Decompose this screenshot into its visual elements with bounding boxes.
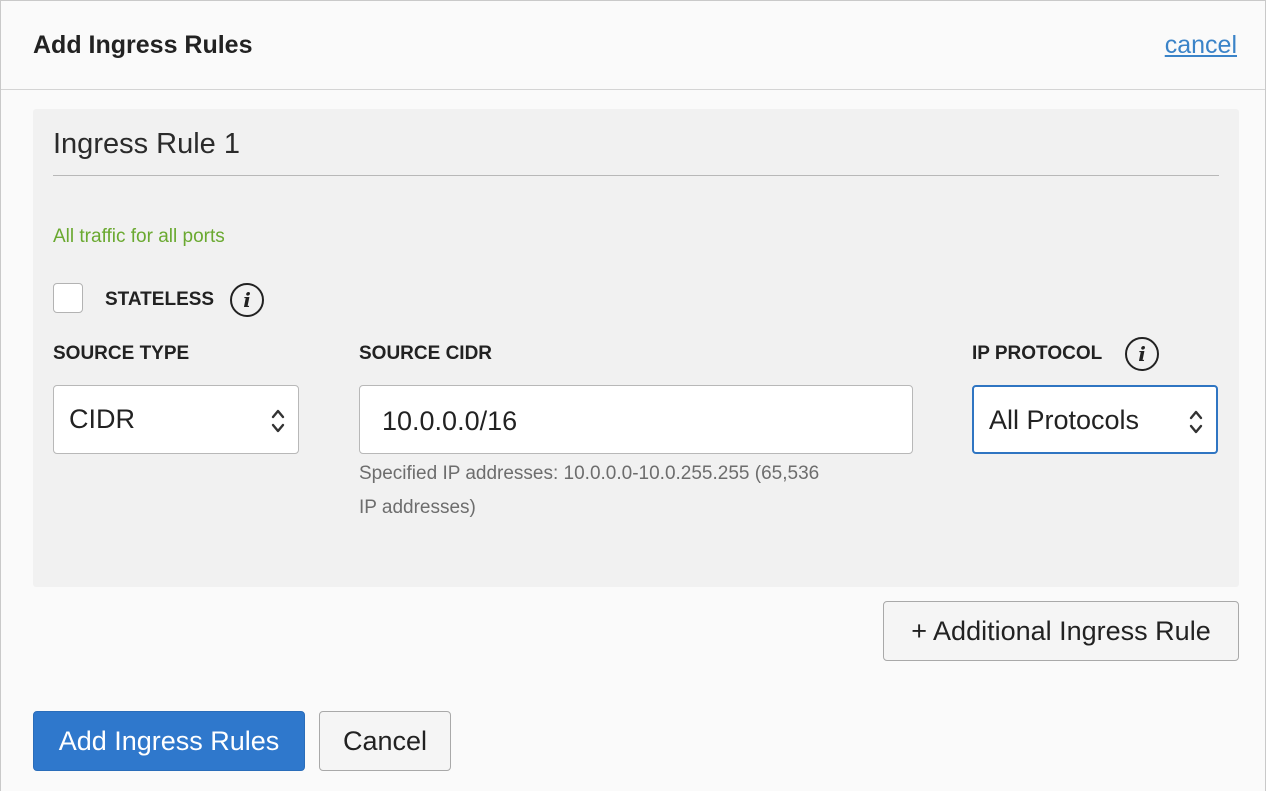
ip-protocol-value: All Protocols (989, 405, 1140, 435)
add-ingress-rules-dialog: Add Ingress Rules cancel Ingress Rule 1 … (0, 0, 1266, 791)
additional-ingress-rule-button[interactable]: + Additional Ingress Rule (883, 601, 1239, 661)
header-cancel-link[interactable]: cancel (1165, 31, 1237, 60)
ip-protocol-select[interactable]: All Protocols (972, 385, 1218, 454)
source-type-label: SOURCE TYPE (53, 343, 190, 364)
dialog-title: Add Ingress Rules (33, 31, 253, 59)
info-icon[interactable]: i (1125, 337, 1159, 371)
source-cidr-input[interactable]: 10.0.0.0/16 (359, 385, 913, 454)
stateless-checkbox[interactable] (53, 283, 83, 313)
info-icon[interactable]: i (230, 283, 264, 317)
rule-description: All traffic for all ports (53, 226, 225, 247)
source-type-select[interactable]: CIDR (53, 385, 299, 454)
add-ingress-rules-button[interactable]: Add Ingress Rules (33, 711, 305, 771)
help-text-line: IP addresses) (359, 497, 476, 518)
ip-protocol-label: IP PROTOCOL (972, 343, 1103, 364)
rule-divider (53, 175, 1219, 176)
help-text-line: Specified IP addresses: 10.0.0.0-10.0.25… (359, 463, 820, 484)
stateless-label: STATELESS (105, 289, 215, 310)
rule-title: Ingress Rule 1 (53, 128, 240, 160)
dialog-header: Add Ingress Rules cancel (1, 1, 1265, 90)
source-cidr-value: 10.0.0.0/16 (382, 406, 518, 436)
chevron-up-down-icon (1189, 410, 1203, 434)
chevron-up-down-icon (271, 409, 285, 433)
ingress-rule-panel: Ingress Rule 1 All traffic for all ports… (33, 109, 1239, 587)
cancel-button[interactable]: Cancel (319, 711, 451, 771)
source-type-value: CIDR (69, 404, 135, 434)
source-cidr-help-text: Specified IP addresses: 10.0.0.0-10.0.25… (359, 457, 919, 525)
source-cidr-label: SOURCE CIDR (359, 343, 493, 364)
